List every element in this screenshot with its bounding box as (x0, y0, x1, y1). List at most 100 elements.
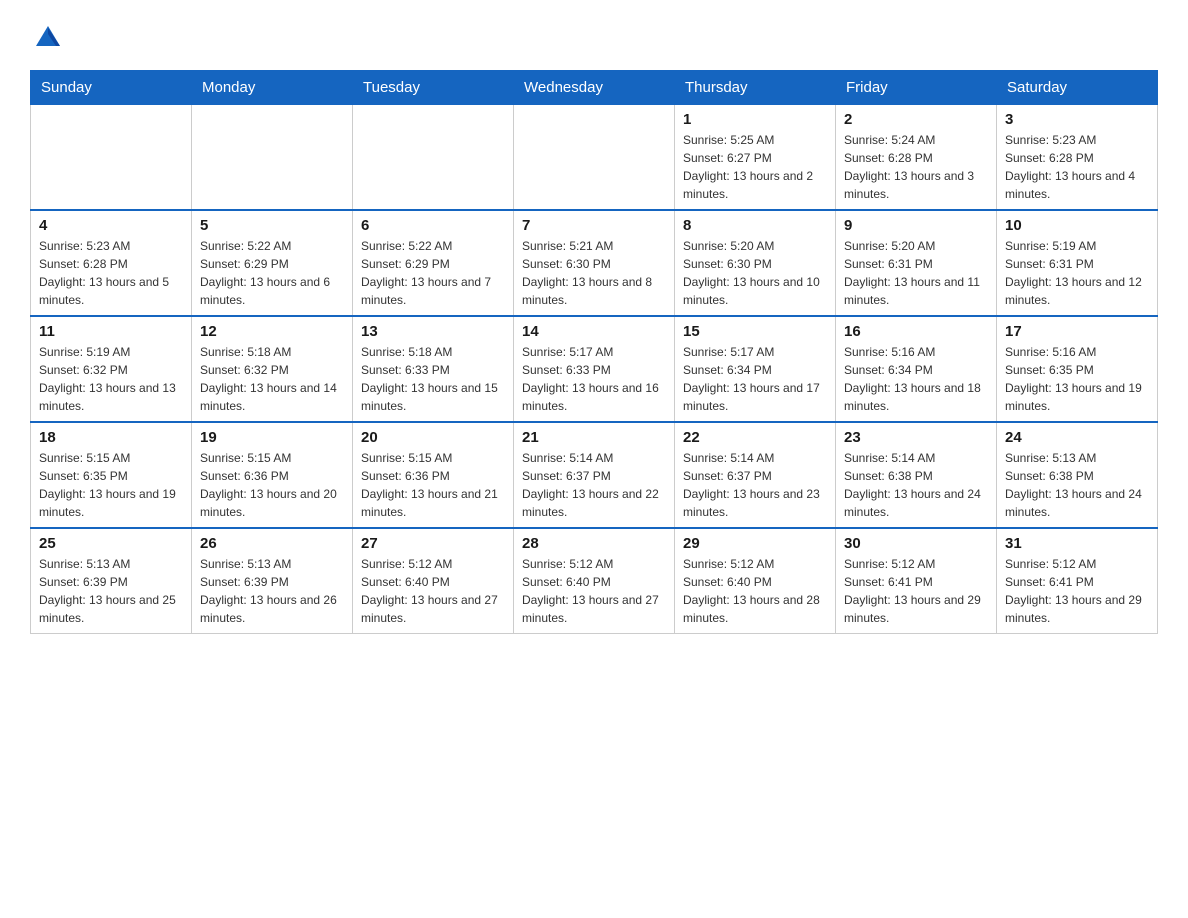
day-info: Sunrise: 5:12 AM Sunset: 6:41 PM Dayligh… (844, 555, 988, 627)
calendar-cell: 2Sunrise: 5:24 AM Sunset: 6:28 PM Daylig… (836, 105, 997, 211)
day-info: Sunrise: 5:20 AM Sunset: 6:31 PM Dayligh… (844, 237, 988, 309)
day-number: 26 (200, 535, 344, 552)
day-number: 6 (361, 217, 505, 234)
day-info: Sunrise: 5:12 AM Sunset: 6:41 PM Dayligh… (1005, 555, 1149, 627)
calendar-cell (514, 105, 675, 211)
day-info: Sunrise: 5:16 AM Sunset: 6:34 PM Dayligh… (844, 343, 988, 415)
day-info: Sunrise: 5:16 AM Sunset: 6:35 PM Dayligh… (1005, 343, 1149, 415)
day-number: 1 (683, 111, 827, 128)
weekday-header-thursday: Thursday (675, 71, 836, 105)
day-info: Sunrise: 5:20 AM Sunset: 6:30 PM Dayligh… (683, 237, 827, 309)
day-info: Sunrise: 5:18 AM Sunset: 6:32 PM Dayligh… (200, 343, 344, 415)
calendar-cell: 19Sunrise: 5:15 AM Sunset: 6:36 PM Dayli… (192, 422, 353, 528)
day-info: Sunrise: 5:13 AM Sunset: 6:38 PM Dayligh… (1005, 449, 1149, 521)
calendar-cell: 16 Sunrise: 5:16 AM Sunset: 6:34 PM Dayli… (836, 316, 997, 422)
calendar-cell: 18 Sunrise: 5:15 AM Sunset: 6:35 PM Dayli… (31, 422, 192, 528)
calendar-cell: 20Sunrise: 5:15 AM Sunset: 6:36 PM Dayli… (353, 422, 514, 528)
calendar-cell: 30Sunrise: 5:12 AM Sunset: 6:41 PM Dayli… (836, 528, 997, 634)
day-number: 16 (844, 323, 988, 340)
day-info: Sunrise: 5:19 AM Sunset: 6:32 PM Dayligh… (39, 343, 183, 415)
calendar-cell: 8 Sunrise: 5:20 AM Sunset: 6:30 PM Daylig… (675, 210, 836, 316)
day-number: 21 (522, 429, 666, 446)
logo-icon (32, 20, 64, 52)
day-number: 17 (1005, 323, 1149, 340)
day-number: 31 (1005, 535, 1149, 552)
calendar-cell: 25 Sunrise: 5:13 AM Sunset: 6:39 PM Dayli… (31, 528, 192, 634)
day-info: Sunrise: 5:23 AM Sunset: 6:28 PM Dayligh… (39, 237, 183, 309)
day-number: 2 (844, 111, 988, 128)
calendar-cell: 17 Sunrise: 5:16 AM Sunset: 6:35 PM Dayli… (997, 316, 1158, 422)
day-number: 3 (1005, 111, 1149, 128)
calendar-cell: 4Sunrise: 5:23 AM Sunset: 6:28 PM Daylig… (31, 210, 192, 316)
calendar-table: SundayMondayTuesdayWednesdayThursdayFrid… (30, 70, 1158, 634)
calendar-cell: 12 Sunrise: 5:18 AM Sunset: 6:32 PM Dayli… (192, 316, 353, 422)
day-number: 7 (522, 217, 666, 234)
day-info: Sunrise: 5:14 AM Sunset: 6:37 PM Dayligh… (522, 449, 666, 521)
day-number: 22 (683, 429, 827, 446)
day-number: 9 (844, 217, 988, 234)
calendar-week-row: 11 Sunrise: 5:19 AM Sunset: 6:32 PM Dayli… (31, 316, 1158, 422)
day-number: 14 (522, 323, 666, 340)
calendar-cell: 15 Sunrise: 5:17 AM Sunset: 6:34 PM Dayli… (675, 316, 836, 422)
day-number: 12 (200, 323, 344, 340)
day-info: Sunrise: 5:14 AM Sunset: 6:37 PM Dayligh… (683, 449, 827, 521)
calendar-cell: 23 Sunrise: 5:14 AM Sunset: 6:38 PM Dayli… (836, 422, 997, 528)
day-info: Sunrise: 5:17 AM Sunset: 6:33 PM Dayligh… (522, 343, 666, 415)
calendar-cell: 3 Sunrise: 5:23 AM Sunset: 6:28 PM Daylig… (997, 105, 1158, 211)
day-number: 23 (844, 429, 988, 446)
logo (30, 20, 66, 52)
day-info: Sunrise: 5:12 AM Sunset: 6:40 PM Dayligh… (683, 555, 827, 627)
calendar-cell: 7Sunrise: 5:21 AM Sunset: 6:30 PM Daylig… (514, 210, 675, 316)
day-number: 18 (39, 429, 183, 446)
day-info: Sunrise: 5:25 AM Sunset: 6:27 PM Dayligh… (683, 131, 827, 203)
calendar-week-row: 1 Sunrise: 5:25 AM Sunset: 6:27 PM Daylig… (31, 105, 1158, 211)
calendar-cell: 21 Sunrise: 5:14 AM Sunset: 6:37 PM Dayli… (514, 422, 675, 528)
day-info: Sunrise: 5:13 AM Sunset: 6:39 PM Dayligh… (200, 555, 344, 627)
day-number: 19 (200, 429, 344, 446)
day-number: 11 (39, 323, 183, 340)
day-number: 28 (522, 535, 666, 552)
day-info: Sunrise: 5:15 AM Sunset: 6:35 PM Dayligh… (39, 449, 183, 521)
day-number: 29 (683, 535, 827, 552)
weekday-header-friday: Friday (836, 71, 997, 105)
day-info: Sunrise: 5:22 AM Sunset: 6:29 PM Dayligh… (200, 237, 344, 309)
calendar-cell: 27 Sunrise: 5:12 AM Sunset: 6:40 PM Dayli… (353, 528, 514, 634)
day-info: Sunrise: 5:15 AM Sunset: 6:36 PM Dayligh… (361, 449, 505, 521)
calendar-week-row: 4Sunrise: 5:23 AM Sunset: 6:28 PM Daylig… (31, 210, 1158, 316)
calendar-cell: 28 Sunrise: 5:12 AM Sunset: 6:40 PM Dayli… (514, 528, 675, 634)
calendar-cell (353, 105, 514, 211)
day-info: Sunrise: 5:23 AM Sunset: 6:28 PM Dayligh… (1005, 131, 1149, 203)
day-number: 15 (683, 323, 827, 340)
calendar-week-row: 18 Sunrise: 5:15 AM Sunset: 6:35 PM Dayli… (31, 422, 1158, 528)
day-info: Sunrise: 5:12 AM Sunset: 6:40 PM Dayligh… (522, 555, 666, 627)
day-number: 25 (39, 535, 183, 552)
weekday-header-tuesday: Tuesday (353, 71, 514, 105)
day-info: Sunrise: 5:22 AM Sunset: 6:29 PM Dayligh… (361, 237, 505, 309)
day-number: 8 (683, 217, 827, 234)
calendar-header-row: SundayMondayTuesdayWednesdayThursdayFrid… (31, 71, 1158, 105)
calendar-cell: 24 Sunrise: 5:13 AM Sunset: 6:38 PM Dayli… (997, 422, 1158, 528)
calendar-cell: 1 Sunrise: 5:25 AM Sunset: 6:27 PM Daylig… (675, 105, 836, 211)
calendar-cell: 14 Sunrise: 5:17 AM Sunset: 6:33 PM Dayli… (514, 316, 675, 422)
day-info: Sunrise: 5:14 AM Sunset: 6:38 PM Dayligh… (844, 449, 988, 521)
calendar-cell: 5 Sunrise: 5:22 AM Sunset: 6:29 PM Daylig… (192, 210, 353, 316)
calendar-cell: 10Sunrise: 5:19 AM Sunset: 6:31 PM Dayli… (997, 210, 1158, 316)
day-info: Sunrise: 5:17 AM Sunset: 6:34 PM Dayligh… (683, 343, 827, 415)
calendar-week-row: 25 Sunrise: 5:13 AM Sunset: 6:39 PM Dayli… (31, 528, 1158, 634)
calendar-cell: 13Sunrise: 5:18 AM Sunset: 6:33 PM Dayli… (353, 316, 514, 422)
calendar-cell: 6 Sunrise: 5:22 AM Sunset: 6:29 PM Daylig… (353, 210, 514, 316)
day-number: 10 (1005, 217, 1149, 234)
day-info: Sunrise: 5:13 AM Sunset: 6:39 PM Dayligh… (39, 555, 183, 627)
calendar-cell: 31 Sunrise: 5:12 AM Sunset: 6:41 PM Dayli… (997, 528, 1158, 634)
day-number: 24 (1005, 429, 1149, 446)
weekday-header-monday: Monday (192, 71, 353, 105)
calendar-cell (192, 105, 353, 211)
day-info: Sunrise: 5:18 AM Sunset: 6:33 PM Dayligh… (361, 343, 505, 415)
day-number: 27 (361, 535, 505, 552)
day-info: Sunrise: 5:12 AM Sunset: 6:40 PM Dayligh… (361, 555, 505, 627)
weekday-header-saturday: Saturday (997, 71, 1158, 105)
calendar-cell: 22 Sunrise: 5:14 AM Sunset: 6:37 PM Dayli… (675, 422, 836, 528)
day-number: 5 (200, 217, 344, 234)
weekday-header-sunday: Sunday (31, 71, 192, 105)
calendar-cell: 26 Sunrise: 5:13 AM Sunset: 6:39 PM Dayli… (192, 528, 353, 634)
